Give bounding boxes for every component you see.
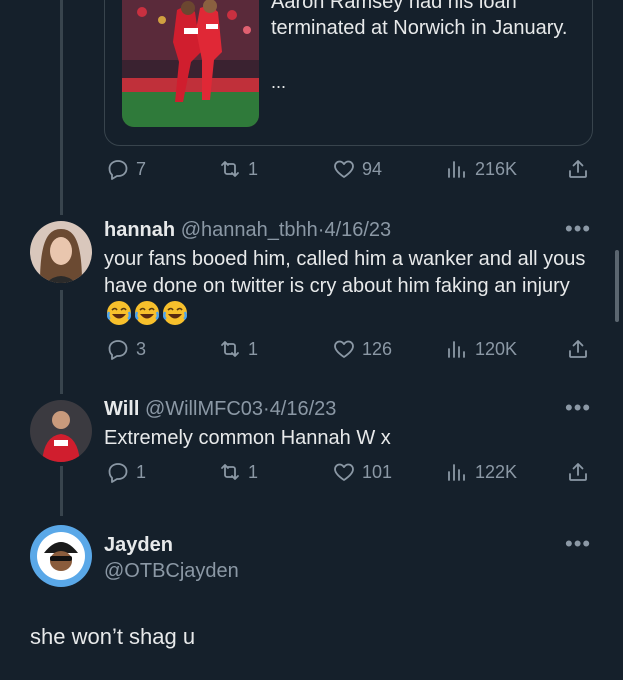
avatar-photo: [30, 525, 92, 587]
reply-button[interactable]: 1: [106, 460, 146, 484]
more-options-icon[interactable]: •••: [565, 218, 591, 240]
retweet-button[interactable]: 1: [218, 157, 258, 181]
retweet-icon: [221, 341, 239, 357]
heart-icon: [334, 160, 354, 178]
share-button[interactable]: [566, 337, 590, 361]
football-players-photo: [122, 0, 259, 127]
share-icon: [569, 340, 587, 358]
display-name: Jayden: [104, 534, 173, 556]
avatar-hannah[interactable]: [30, 221, 92, 283]
views-icon: [448, 341, 465, 358]
views-count: 120K: [475, 338, 518, 359]
handle[interactable]: @hannah_tbhh: [181, 219, 318, 241]
share-button[interactable]: [566, 460, 590, 484]
thread-line: [60, 290, 63, 394]
timestamp[interactable]: 4/16/23: [324, 219, 391, 241]
face-with-tears-of-joy-icon: [163, 301, 187, 325]
avatar-jayden[interactable]: [30, 525, 92, 587]
reply-actions: 1 1 101 122K: [104, 460, 594, 488]
like-count: 101: [362, 461, 393, 482]
retweet-icon: [221, 161, 239, 177]
thread-line: [60, 0, 63, 215]
reply-count: 7: [136, 158, 147, 179]
avatar-photo: [30, 400, 92, 462]
composer-profile-handle: @OTBCjayden: [104, 560, 239, 582]
scrollbar[interactable]: [615, 250, 619, 322]
retweet-count: 1: [248, 158, 259, 179]
avatar-will[interactable]: [30, 400, 92, 462]
timestamp[interactable]: 4/16/23: [270, 398, 337, 420]
views-button[interactable]: 122K: [445, 460, 517, 484]
views-icon: [448, 161, 465, 178]
face-with-tears-of-joy-icon: [135, 301, 159, 325]
share-icon: [569, 463, 587, 481]
like-button[interactable]: 101: [332, 460, 392, 484]
share-button[interactable]: [566, 157, 590, 181]
reply-header: Will @WillMFC03·4/16/23: [104, 396, 336, 422]
handle[interactable]: @WillMFC03: [145, 398, 263, 420]
main-tweet-actions: 7 1 94 216K: [104, 157, 594, 185]
quoted-tweet-ellipsis: ...: [271, 72, 287, 92]
reply-header: hannah @hannah_tbhh·4/16/23: [104, 217, 391, 243]
views-icon: [448, 464, 465, 481]
reply-count: 1: [136, 461, 147, 482]
quoted-tweet-image[interactable]: [122, 0, 259, 127]
retweet-count: 1: [248, 461, 259, 482]
share-icon: [569, 160, 587, 178]
reply-count: 3: [136, 338, 147, 359]
retweet-count: 1: [248, 338, 259, 359]
retweet-icon: [221, 464, 239, 480]
thread-line: [60, 466, 63, 516]
reply-text: your fans booed him, called him a wanker…: [104, 246, 589, 329]
heart-icon: [334, 340, 354, 358]
like-count: 94: [362, 158, 383, 179]
quoted-tweet-text-top: Aaron Ramsey had his loan: [271, 0, 517, 13]
retweet-button[interactable]: 1: [218, 337, 258, 361]
views-button[interactable]: 120K: [445, 337, 517, 361]
views-count: 216K: [475, 158, 518, 179]
reply-actions: 3 1 126 120K: [104, 337, 594, 365]
reply-icon: [108, 160, 128, 180]
reply-text-content: your fans booed him, called him a wanker…: [104, 248, 586, 297]
reply-text: Extremely common Hannah W x: [104, 427, 391, 449]
like-button[interactable]: 126: [332, 337, 392, 361]
more-options-icon[interactable]: •••: [565, 533, 591, 555]
reply-icon: [108, 463, 128, 483]
display-name[interactable]: Will: [104, 398, 139, 420]
quoted-tweet-text-body: terminated at Norwich in January.: [271, 17, 568, 39]
separator: ·: [263, 398, 270, 420]
reply-button[interactable]: 3: [106, 337, 146, 361]
retweet-button[interactable]: 1: [218, 460, 258, 484]
composer-profile-name: Jayden: [104, 532, 173, 558]
reply-icon: [108, 340, 128, 360]
heart-icon: [334, 463, 354, 481]
views-button[interactable]: 216K: [445, 157, 517, 181]
quoted-tweet-text: Aaron Ramsey had his loan terminated at …: [271, 0, 571, 42]
like-count: 126: [362, 338, 393, 359]
display-name[interactable]: hannah: [104, 219, 175, 241]
face-with-tears-of-joy-icon: [107, 301, 131, 325]
more-options-icon[interactable]: •••: [565, 397, 591, 419]
avatar-photo: [30, 221, 92, 283]
composer-reply-text[interactable]: she won’t shag u: [30, 624, 195, 650]
like-button[interactable]: 94: [332, 157, 382, 181]
views-count: 122K: [475, 461, 518, 482]
reply-button[interactable]: 7: [106, 157, 146, 181]
